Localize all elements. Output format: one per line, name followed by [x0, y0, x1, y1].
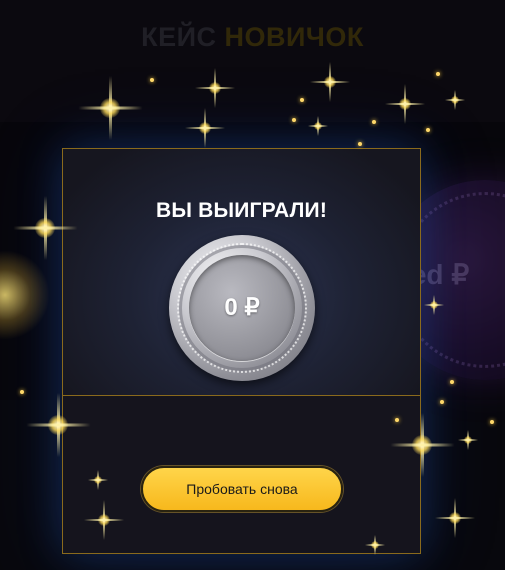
prize-coin: 0 ₽: [169, 235, 315, 381]
win-modal: ВЫ ВЫИГРАЛИ! 0 ₽ Пробовать снова: [62, 148, 421, 554]
try-again-button[interactable]: Пробовать снова: [141, 466, 343, 512]
sparkle-dot: [150, 78, 154, 82]
sparkle-dot: [450, 380, 454, 384]
sparkle-dot: [426, 128, 430, 132]
sparkle-dot: [440, 400, 444, 404]
sparkle-dot: [436, 72, 440, 76]
prize-coin-face: 0 ₽: [189, 255, 295, 361]
prize-value: 0 ₽: [224, 294, 260, 321]
sparkle-dot: [372, 120, 376, 124]
sparkle-dot: [292, 118, 296, 122]
win-modal-header: ВЫ ВЫИГРАЛИ! 0 ₽: [63, 149, 420, 396]
sparkle-dot: [358, 142, 362, 146]
page: КЕЙС НОВИЧОК ed ₽ ВЫ ВЫИГРАЛИ! 0 ₽ Пробо…: [0, 0, 505, 570]
sparkle-dot: [395, 418, 399, 422]
sparkle-dot: [300, 98, 304, 102]
sparkle-dot: [20, 390, 24, 394]
sparkle-dot: [490, 420, 494, 424]
win-title: ВЫ ВЫИГРАЛИ!: [155, 199, 328, 222]
